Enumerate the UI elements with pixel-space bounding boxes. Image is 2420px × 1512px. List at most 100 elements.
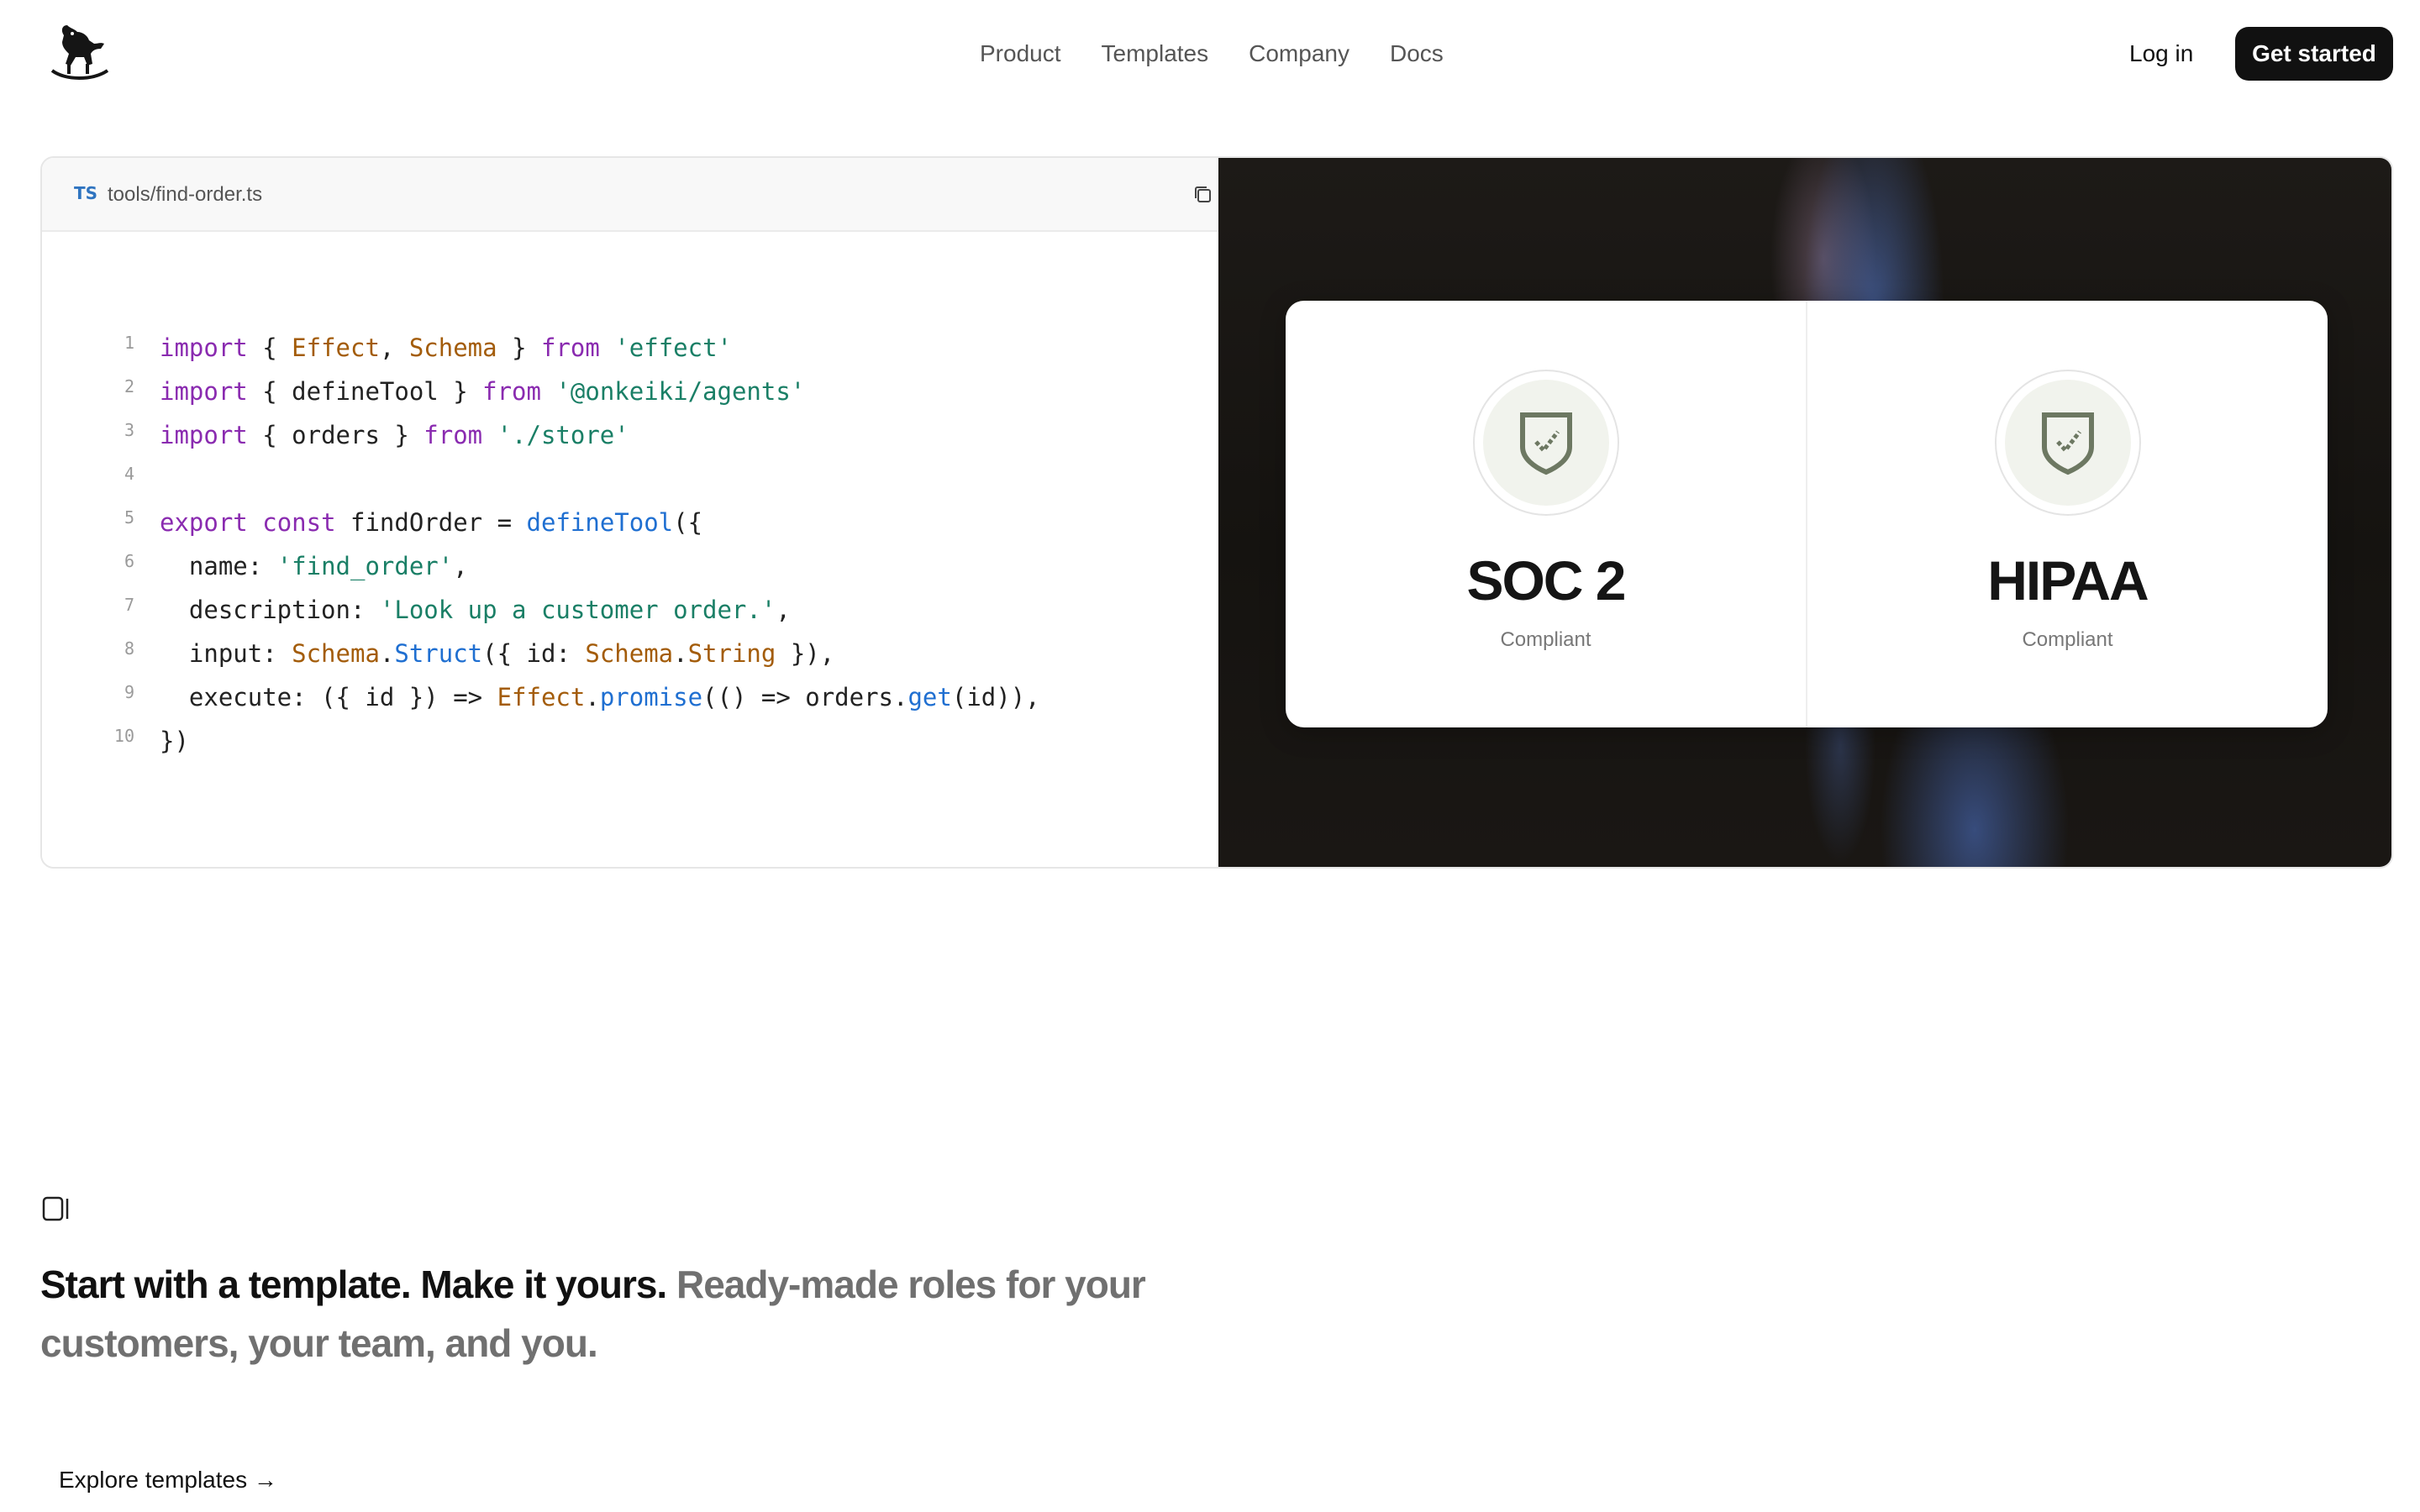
code-token: execute: ({ id }) =>: [160, 683, 497, 711]
code-token: Schema: [408, 333, 497, 362]
code-text: import { orders } from './store': [160, 413, 629, 457]
code-token: .: [673, 639, 688, 668]
code-token: export: [160, 508, 248, 537]
line-number: 9: [124, 682, 134, 702]
shield-check-icon: [1519, 412, 1572, 475]
nav-docs[interactable]: Docs: [1390, 37, 1444, 71]
code-text: export const findOrder = defineTool({: [160, 501, 702, 544]
code-token: const: [262, 508, 336, 537]
code-token: .: [585, 683, 600, 711]
hipaa-subtitle: Compliant: [2022, 628, 2113, 651]
code-line: 7 description: 'Look up a customer order…: [42, 588, 1218, 632]
hipaa-title: HIPAA: [1987, 549, 2149, 612]
code-line: 4: [42, 457, 1218, 501]
code-token: import: [160, 333, 248, 362]
code-token: name:: [160, 552, 277, 580]
explore-templates-link[interactable]: Explore templates →: [59, 1463, 277, 1497]
code-token: ({ id:: [482, 639, 586, 668]
compliance-card: SOC 2 Compliant HIPAA Compliant: [1286, 301, 2328, 727]
code-token: Struct: [394, 639, 483, 668]
soc2-icon-ring: [1472, 370, 1619, 516]
code-filename: tools/find-order.ts: [108, 183, 263, 206]
code-token: get: [908, 683, 952, 711]
code-line: 9 execute: ({ id }) => Effect.promise(()…: [42, 675, 1218, 719]
code-text: import { defineTool } from '@onkeiki/age…: [160, 370, 805, 413]
code-file-header: TS tools/find-order.ts: [42, 158, 1218, 232]
rocking-horse-logo-icon[interactable]: [45, 22, 113, 84]
code-token: {: [247, 333, 292, 362]
code-token: findOrder =: [335, 508, 527, 537]
code-line: 8 input: Schema.Struct({ id: Schema.Stri…: [42, 632, 1218, 675]
code-token: }: [497, 333, 541, 362]
code-line: 1 import { Effect, Schema } from 'effect': [42, 326, 1218, 370]
code-token: .: [379, 639, 395, 668]
typescript-badge: TS: [74, 183, 98, 203]
code-token: 'Look up a customer order.': [379, 596, 776, 624]
code-token: import: [160, 377, 248, 406]
code-line: 5 export const findOrder = defineTool({: [42, 501, 1218, 544]
code-token: Effect: [497, 683, 586, 711]
soc2-badge: SOC 2 Compliant: [1286, 301, 1806, 727]
code-token: './store': [497, 421, 629, 449]
login-link[interactable]: Log in: [2129, 37, 2193, 71]
nav-templates[interactable]: Templates: [1102, 37, 1209, 71]
line-number: 1: [124, 333, 134, 353]
hipaa-badge: HIPAA Compliant: [1806, 301, 2328, 727]
code-text: name: 'find_order',: [160, 544, 468, 588]
code-line: 10}): [42, 719, 1218, 763]
code-text: execute: ({ id }) => Effect.promise(() =…: [160, 675, 1040, 719]
code-token: '@onkeiki/agents': [555, 377, 806, 406]
primary-nav: Product Templates Company Docs: [980, 37, 1444, 71]
templates-headline: Start with a template. Make it yours. Re…: [40, 1255, 1217, 1373]
code-token: description:: [160, 596, 380, 624]
shield-check-icon: [2041, 412, 2094, 475]
soc2-subtitle: Compliant: [1500, 628, 1591, 651]
product-showcase: TS tools/find-order.ts 1 import { Effect,…: [40, 156, 2393, 869]
code-token: import: [160, 421, 248, 449]
code-text: description: 'Look up a customer order.'…: [160, 588, 791, 632]
code-text: input: Schema.Struct({ id: Schema.String…: [160, 632, 834, 675]
code-token: from: [424, 421, 483, 449]
code-token: Schema: [292, 639, 380, 668]
code-token: from: [482, 377, 541, 406]
top-nav: Product Templates Company Docs Log in Ge…: [0, 0, 2420, 108]
code-token: (() => orders.: [702, 683, 908, 711]
code-token: }): [160, 727, 189, 755]
code-line: 2 import { defineTool } from '@onkeiki/ag…: [42, 370, 1218, 413]
get-started-button[interactable]: Get started: [2235, 27, 2393, 81]
compliance-visual: SOC 2 Compliant HIPAA Compliant: [1218, 158, 2391, 867]
code-token: promise: [599, 683, 703, 711]
code-token: 'find_order': [276, 552, 454, 580]
line-number: 2: [124, 376, 134, 396]
code-editor: TS tools/find-order.ts 1 import { Effect,…: [42, 158, 1218, 867]
code-token: ,: [453, 552, 468, 580]
code-token: input:: [160, 639, 292, 668]
soc2-title: SOC 2: [1466, 549, 1626, 612]
headline-strong: Start with a template. Make it yours.: [40, 1263, 667, 1306]
line-number: 6: [124, 551, 134, 571]
code-token: ,: [776, 596, 791, 624]
nav-product[interactable]: Product: [980, 37, 1061, 71]
code-token: (id)),: [951, 683, 1040, 711]
code-token: Effect: [292, 333, 380, 362]
code-text: import { Effect, Schema } from 'effect': [160, 326, 732, 370]
code-line: 6 name: 'find_order',: [42, 544, 1218, 588]
code-text: }): [160, 719, 189, 763]
line-number: 7: [124, 595, 134, 615]
line-number: 3: [124, 420, 134, 440]
code-token: ,: [379, 333, 409, 362]
code-line: 3 import { orders } from './store': [42, 413, 1218, 457]
nav-company[interactable]: Company: [1249, 37, 1349, 71]
code-block: 1 import { Effect, Schema } from 'effect'…: [42, 326, 1218, 763]
line-number: 5: [124, 507, 134, 528]
line-number: 8: [124, 638, 134, 659]
code-token: 'effect': [614, 333, 732, 362]
panel-icon: [42, 1196, 71, 1221]
code-token: { defineTool }: [247, 377, 483, 406]
line-number: 10: [113, 726, 134, 746]
line-number: 4: [124, 464, 134, 484]
copy-icon[interactable]: [1190, 181, 1217, 208]
